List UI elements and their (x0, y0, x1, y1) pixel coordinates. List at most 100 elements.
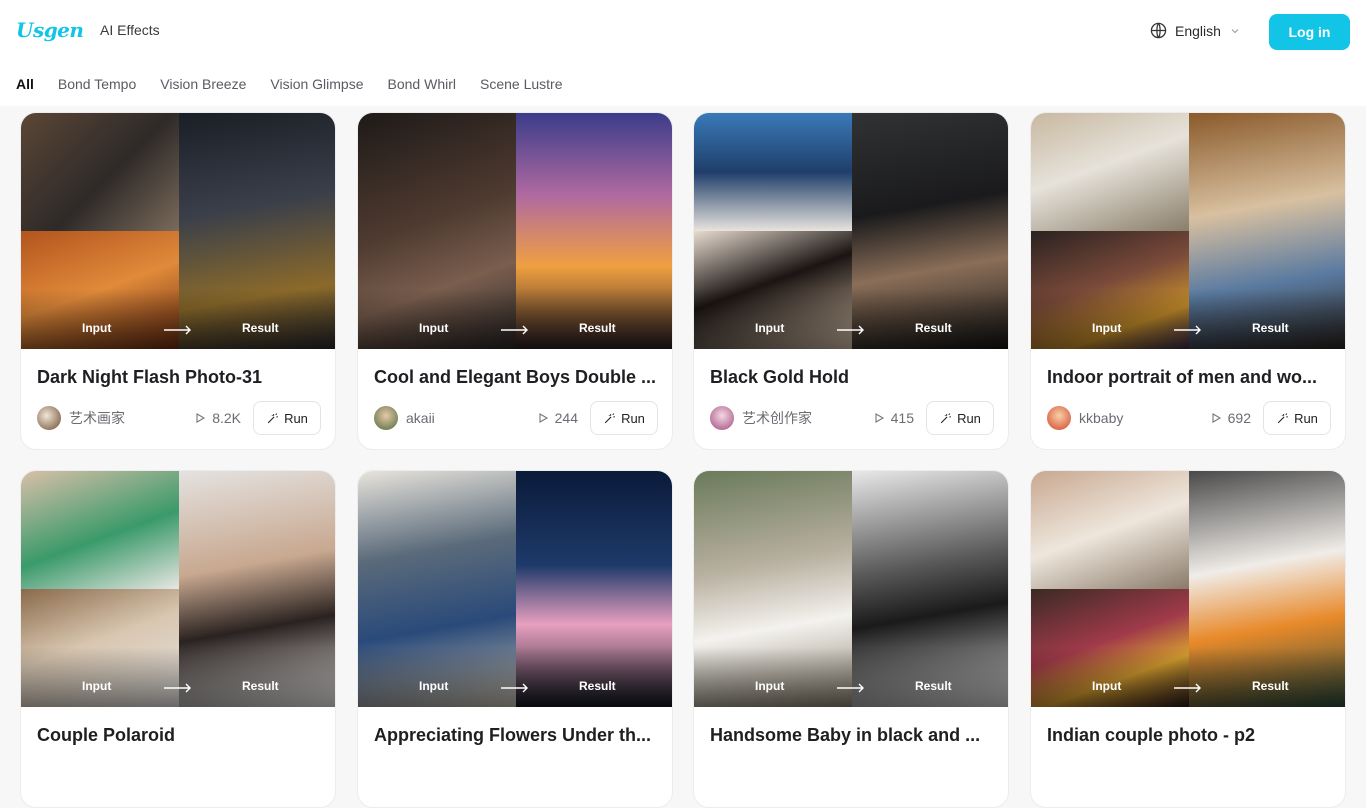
avatar[interactable] (710, 406, 734, 430)
arrow-right-icon (1174, 683, 1201, 693)
run-button[interactable]: Run (590, 401, 658, 435)
run-button-label: Run (284, 410, 308, 426)
run-button[interactable]: Run (1263, 401, 1331, 435)
result-label: Result (242, 679, 279, 693)
card-thumbnail: Input Result (358, 471, 672, 707)
result-label: Result (915, 321, 952, 335)
card-title: Cool and Elegant Boys Double ... (374, 367, 657, 387)
input-photo (21, 113, 179, 231)
magic-wand-icon (267, 412, 278, 423)
card-thumbnail: Input Result (358, 113, 672, 349)
magic-wand-icon (940, 412, 951, 423)
card-meta: akaii 244 Run (374, 401, 658, 435)
tab-vision-glimpse[interactable]: Vision Glimpse (270, 76, 363, 92)
effect-card[interactable]: Input Result Indoor portrait of men and … (1030, 112, 1346, 450)
arrow-right-icon (837, 683, 864, 693)
play-icon (1212, 413, 1221, 423)
card-title: Black Gold Hold (710, 367, 850, 387)
category-tabs: All Bond Tempo Vision Breeze Vision Glim… (16, 76, 562, 92)
card-title: Indoor portrait of men and wo... (1047, 367, 1317, 387)
thumbnail-shade (358, 289, 672, 349)
thumbnail-shade (1031, 647, 1345, 707)
effect-card[interactable]: Input Result Indian couple photo - p2 (1030, 470, 1346, 808)
author-name[interactable]: 艺术画家 (69, 408, 194, 428)
input-label: Input (755, 321, 785, 335)
run-count-value: 244 (554, 410, 578, 426)
run-count-value: 8.2K (212, 410, 241, 426)
input-label: Input (82, 321, 112, 335)
input-label: Input (419, 679, 449, 693)
effect-card[interactable]: Input Result Appreciating Flowers Under … (357, 470, 673, 808)
input-photo (1031, 113, 1189, 231)
input-label: Input (82, 679, 112, 693)
card-title: Indian couple photo - p2 (1047, 725, 1255, 745)
avatar[interactable] (374, 406, 398, 430)
arrow-right-icon (501, 683, 528, 693)
result-label: Result (579, 679, 616, 693)
arrow-right-icon (164, 325, 191, 335)
effect-card[interactable]: Input Result Couple Polaroid (20, 470, 336, 808)
input-label: Input (755, 679, 785, 693)
tab-bond-tempo[interactable]: Bond Tempo (58, 76, 136, 92)
card-thumbnail: Input Result (21, 471, 335, 707)
card-title: Handsome Baby in black and ... (710, 725, 981, 745)
tab-scene-lustre[interactable]: Scene Lustre (480, 76, 563, 92)
run-button[interactable]: Run (926, 401, 994, 435)
input-photo (1031, 471, 1189, 589)
top-bar: Usgen AI Effects English Log in All Bond… (0, 0, 1366, 106)
play-icon (196, 413, 206, 423)
run-button-label: Run (957, 410, 981, 426)
result-label: Result (1252, 679, 1289, 693)
thumbnail-shade (694, 289, 1008, 349)
effect-card[interactable]: Input Result Cool and Elegant Boys Doubl… (357, 112, 673, 450)
card-title: Couple Polaroid (37, 725, 176, 745)
tab-vision-breeze[interactable]: Vision Breeze (160, 76, 246, 92)
run-count: 415 (873, 410, 914, 426)
card-title: Dark Night Flash Photo-31 (37, 367, 263, 387)
language-selector[interactable]: English (1150, 22, 1241, 39)
thumbnail-shade (358, 647, 672, 707)
run-button-label: Run (621, 410, 645, 426)
input-photo (21, 471, 179, 589)
avatar[interactable] (37, 406, 61, 430)
effect-card[interactable]: Input Result Dark Night Flash Photo-31 艺… (20, 112, 336, 450)
author-name[interactable]: kkbaby (1079, 410, 1210, 426)
globe-icon (1150, 22, 1167, 39)
author-name[interactable]: 艺术创作家 (742, 408, 873, 428)
arrow-right-icon (1174, 325, 1201, 335)
run-count-value: 415 (890, 410, 914, 426)
thumbnail-shade (21, 647, 335, 707)
effect-card[interactable]: Input Result Handsome Baby in black and … (693, 470, 1009, 808)
magic-wand-icon (1277, 412, 1288, 423)
input-photo (694, 113, 852, 231)
run-count: 8.2K (194, 410, 241, 426)
play-icon (875, 413, 884, 423)
author-name[interactable]: akaii (406, 410, 537, 426)
tab-all[interactable]: All (16, 76, 34, 92)
run-count: 692 (1210, 410, 1251, 426)
arrow-right-icon (501, 325, 528, 335)
logo[interactable]: Usgen (16, 18, 84, 42)
chevron-down-icon (1229, 25, 1241, 37)
nav-ai-effects[interactable]: AI Effects (100, 22, 160, 38)
thumbnail-shade (694, 647, 1008, 707)
arrow-right-icon (164, 683, 191, 693)
card-thumbnail: Input Result (694, 471, 1008, 707)
card-title: Appreciating Flowers Under th... (374, 725, 652, 745)
run-count: 244 (537, 410, 578, 426)
avatar[interactable] (1047, 406, 1071, 430)
input-label: Input (419, 321, 449, 335)
tab-bond-whirl[interactable]: Bond Whirl (388, 76, 456, 92)
thumbnail-shade (21, 289, 335, 349)
result-label: Result (579, 321, 616, 335)
effect-card[interactable]: Input Result Black Gold Hold 艺术创作家 415 R… (693, 112, 1009, 450)
run-count-value: 692 (1227, 410, 1251, 426)
magic-wand-icon (604, 412, 615, 423)
language-label: English (1175, 22, 1221, 39)
run-button[interactable]: Run (253, 401, 321, 435)
play-icon (539, 413, 548, 423)
result-label: Result (1252, 321, 1289, 335)
login-button[interactable]: Log in (1269, 14, 1350, 50)
result-label: Result (242, 321, 279, 335)
input-label: Input (1092, 679, 1122, 693)
